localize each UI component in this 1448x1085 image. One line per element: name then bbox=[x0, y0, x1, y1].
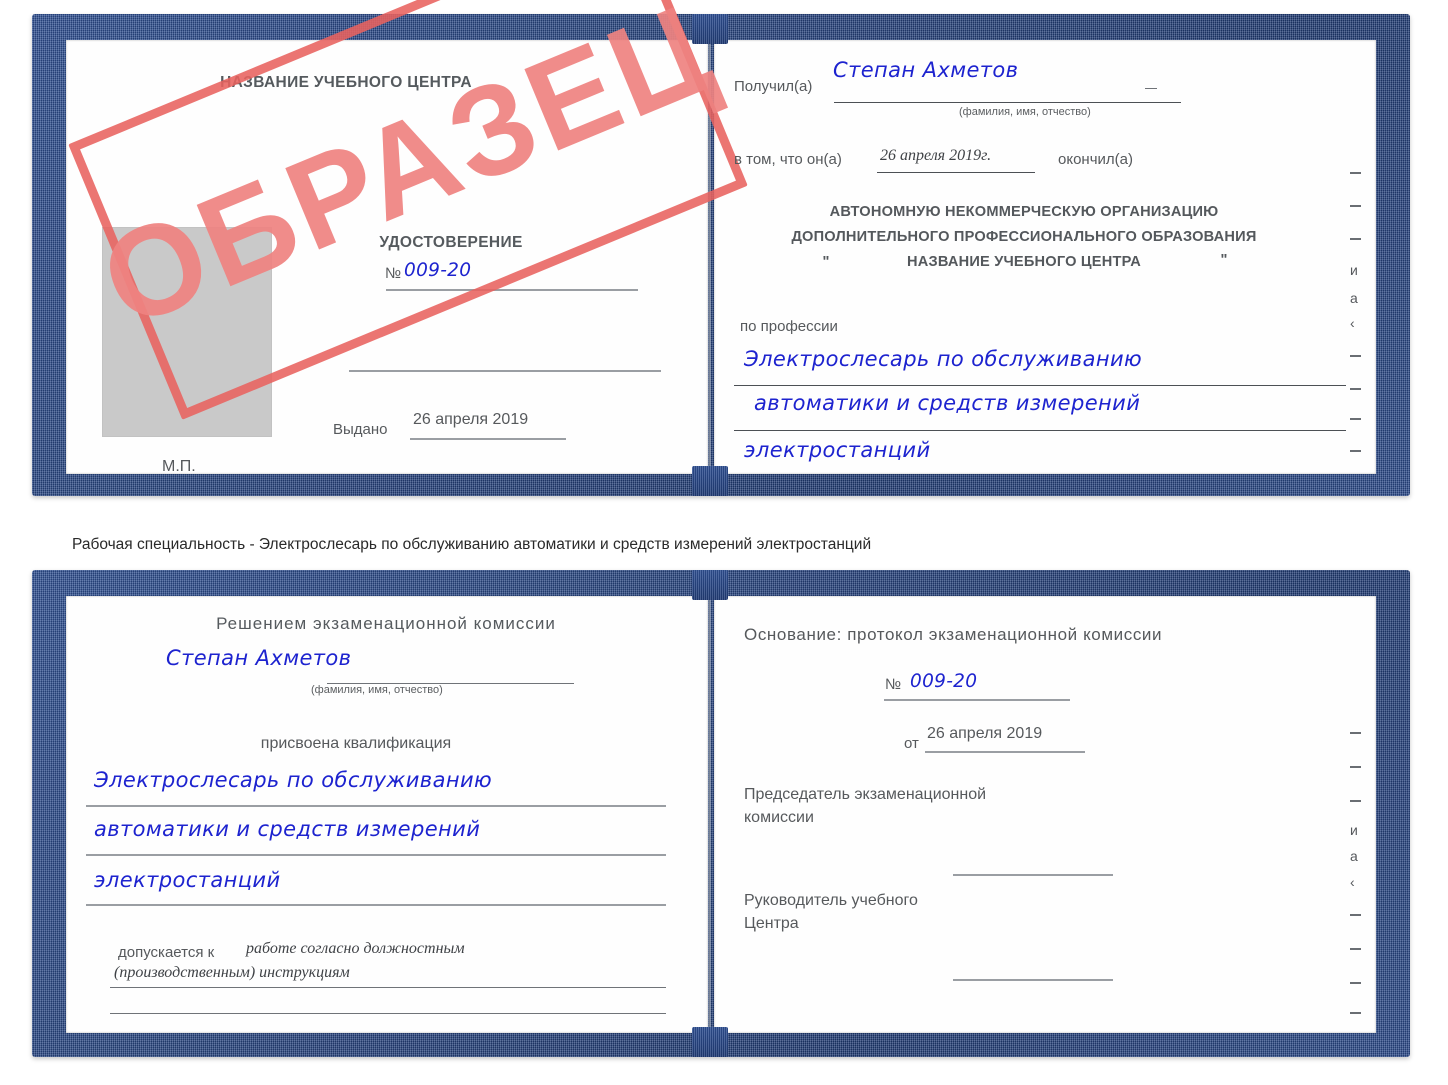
profession-line-2: автоматики и средств измерений bbox=[754, 391, 1141, 415]
edge-char-angle: ‹ bbox=[1350, 315, 1355, 331]
holder-name-value: Степан Ахметов bbox=[166, 646, 352, 670]
organization-quote-close: " bbox=[1220, 252, 1228, 268]
screenshot-root: НАЗВАНИЕ УЧЕБНОГО ЦЕНТРА УДОСТОВЕРЕНИЕ №… bbox=[0, 0, 1448, 1085]
basis-label: Основание: протокол экзаменационной коми… bbox=[744, 625, 1163, 644]
admitted-line-2: (производственным) инструкциям bbox=[114, 964, 350, 981]
edge-tick bbox=[1350, 205, 1361, 207]
profession-rule-2 bbox=[734, 430, 1346, 432]
chairman-line-2: комиссии bbox=[744, 809, 814, 826]
number-rule bbox=[386, 289, 638, 291]
profession-label: по профессии bbox=[740, 318, 838, 335]
finish-date-rule bbox=[877, 172, 1035, 174]
chairman-line-1: Председатель экзаменационной bbox=[744, 786, 987, 803]
qualification-line-1: Электрослесарь по обслуживанию bbox=[94, 768, 493, 792]
head-line-1: Руководитель учебного bbox=[744, 892, 918, 909]
edge-char-i: и bbox=[1350, 262, 1358, 278]
issued-rule bbox=[410, 438, 566, 440]
edge-tick bbox=[1350, 172, 1361, 174]
top-left-content: НАЗВАНИЕ УЧЕБНОГО ЦЕНТРА УДОСТОВЕРЕНИЕ №… bbox=[66, 40, 708, 475]
edge-char-i: и bbox=[1350, 822, 1358, 838]
edge-tick bbox=[1350, 1012, 1361, 1014]
edge-tick bbox=[1350, 355, 1361, 357]
certificate-title: УДОСТОВЕРЕНИЕ bbox=[379, 234, 523, 251]
qualification-line-3: электростанций bbox=[94, 868, 281, 892]
received-label: Получил(а) bbox=[734, 78, 813, 95]
commission-decision-heading: Решением экзаменационной комиссии bbox=[216, 614, 556, 633]
edge-tick bbox=[1350, 450, 1361, 452]
fio-hint-bottom: (фамилия, имя, отчество) bbox=[311, 684, 443, 696]
organization-line-2: ДОПОЛНИТЕЛЬНОГО ПРОФЕССИОНАЛЬНОГО ОБРАЗО… bbox=[791, 229, 1257, 245]
edge-tick bbox=[1350, 800, 1361, 802]
finish-date-value: 26 апреля 2019г. bbox=[880, 147, 992, 164]
edge-char-a: а bbox=[1350, 290, 1358, 306]
photo-placeholder bbox=[102, 227, 272, 437]
booklet-spine-top bbox=[708, 40, 711, 474]
edge-tick bbox=[1350, 388, 1361, 390]
edge-tick bbox=[1350, 766, 1361, 768]
received-name-rule bbox=[834, 102, 1181, 104]
top-edge-margin: и а ‹ bbox=[1340, 150, 1380, 480]
qualification-rule-3 bbox=[86, 904, 666, 906]
issued-label: Выдано bbox=[333, 421, 388, 438]
edge-char-angle: ‹ bbox=[1350, 874, 1355, 890]
edge-tick bbox=[1350, 914, 1361, 916]
organization-line-3: НАЗВАНИЕ УЧЕБНОГО ЦЕНТРА bbox=[907, 254, 1141, 270]
admitted-label: допускается к bbox=[118, 944, 215, 961]
number-value: 009-20 bbox=[404, 260, 472, 281]
profession-line-3: электростанций bbox=[744, 438, 931, 462]
edge-tick bbox=[1350, 948, 1361, 950]
profession-rule-1 bbox=[734, 385, 1346, 387]
finished-label: окончил(а) bbox=[1058, 151, 1133, 168]
fio-hint-top: (фамилия, имя, отчество) bbox=[959, 106, 1091, 118]
organization-line-1: АВТОНОМНУЮ НЕКОММЕРЧЕСКУЮ ОРГАНИЗАЦИЮ bbox=[829, 204, 1219, 220]
head-signature-rule bbox=[953, 979, 1113, 981]
admitted-rule-2 bbox=[110, 1013, 666, 1015]
bottom-edge-margin: и а ‹ bbox=[1340, 700, 1380, 1030]
edge-char-a: а bbox=[1350, 848, 1358, 864]
protocol-number-value: 009-20 bbox=[910, 671, 978, 692]
blank-rule-middle bbox=[349, 370, 661, 372]
bottom-right-content: Основание: протокол экзаменационной коми… bbox=[714, 596, 1376, 1033]
issued-value: 26 апреля 2019 bbox=[413, 411, 529, 428]
protocol-date-label: от bbox=[904, 735, 919, 752]
received-name-value: Степан Ахметов bbox=[833, 58, 1019, 82]
protocol-number-label: № bbox=[885, 676, 902, 693]
admitted-line-1: работе согласно должностным bbox=[246, 940, 465, 957]
protocol-number-rule bbox=[884, 699, 1070, 701]
number-label: № bbox=[385, 265, 402, 282]
protocol-date-rule bbox=[925, 751, 1085, 753]
top-right-content: Получил(а) Степан Ахметов (фамилия, имя,… bbox=[714, 40, 1376, 474]
head-line-2: Центра bbox=[744, 915, 799, 932]
profession-line-1: Электрослесарь по обслуживанию bbox=[744, 347, 1143, 371]
qualification-label: присвоена квалификация bbox=[260, 735, 452, 752]
training-center-name-heading: НАЗВАНИЕ УЧЕБНОГО ЦЕНТРА bbox=[220, 74, 472, 91]
chairman-signature-rule bbox=[953, 874, 1113, 876]
edge-tick bbox=[1350, 732, 1361, 734]
qualification-rule-1 bbox=[86, 805, 666, 807]
image-caption: Рабочая специальность - Электрослесарь п… bbox=[72, 536, 872, 553]
protocol-date-value: 26 апреля 2019 bbox=[927, 725, 1043, 742]
edge-tick bbox=[1350, 238, 1361, 240]
edge-tick bbox=[1350, 418, 1361, 420]
seal-mark-label: М.П. bbox=[162, 458, 196, 475]
booklet-spine-bottom bbox=[708, 596, 711, 1033]
edge-tick bbox=[1350, 982, 1361, 984]
bottom-left-content: Решением экзаменационной комиссии Степан… bbox=[66, 596, 708, 1033]
qualification-line-2: автоматики и средств измерений bbox=[94, 817, 481, 841]
that-he-label: в том, что он(а) bbox=[734, 151, 842, 168]
qualification-rule-2 bbox=[86, 854, 666, 856]
received-tail-dash bbox=[1145, 88, 1157, 90]
admitted-rule-1 bbox=[110, 987, 666, 989]
